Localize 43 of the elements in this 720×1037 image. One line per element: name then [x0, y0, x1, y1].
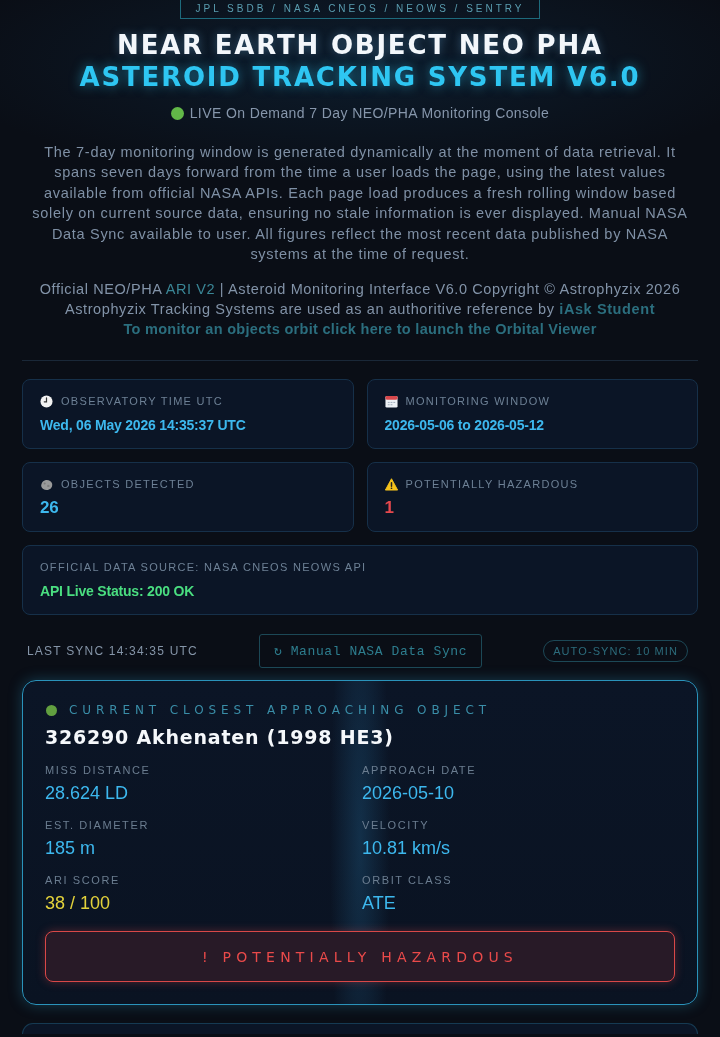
field-value: 28.624 LD: [45, 782, 129, 806]
stat-value: 2026-05-06 to 2026-05-12: [384, 416, 545, 436]
rock-icon: [40, 477, 53, 491]
field-value: 2026-05-10: [362, 782, 455, 806]
field-value: 185 m: [45, 837, 96, 861]
stat-value: 1: [384, 497, 395, 520]
orbital-viewer-link[interactable]: To monitor an objects orbit click here to launch the Orbital Viewer: [123, 319, 597, 340]
field-label: ARI SCORE: [45, 873, 120, 888]
stat-label: OBJECTS DETECTED: [61, 477, 195, 492]
status-dot-icon: [46, 704, 57, 716]
stat-value: Wed, 06 May 2026 14:35:37 UTC: [40, 416, 247, 436]
field-label: EST. DIAMETER: [45, 818, 149, 833]
page-title: NEAR EARTH OBJECT NEO PHA: [117, 29, 603, 61]
field-value: 38 / 100: [45, 892, 111, 916]
calendar-icon: [384, 394, 398, 408]
stat-label: POTENTIALLY HAZARDOUS: [405, 477, 579, 492]
sync-button[interactable]: ↻ Manual NASA Data Sync: [258, 634, 483, 669]
field-value: ATE: [362, 892, 396, 916]
last-sync-time: LAST SYNC 14:34:35 UTC: [27, 644, 198, 659]
inline-link[interactable]: ARI V2: [165, 281, 216, 298]
warning-icon: [384, 477, 398, 491]
field-label: VELOCITY: [362, 818, 430, 833]
data-source-label: OFFICIAL DATA SOURCE: NASA CNEOS NEOWS API: [40, 560, 368, 575]
source-badge: JPL SBDB / NASA CNEOS / NEOWS / SENTRY: [180, 0, 540, 19]
field-label: ORBIT CLASS: [362, 873, 453, 888]
inline-link[interactable]: iAsk Student: [559, 301, 656, 318]
credits-text: Official NEO/PHA ARI V2 | Asteroid Monitoring Interface V6.0 Copyright © Astrophyzix 2026: [39, 280, 681, 300]
stat-label: MONITORING WINDOW: [405, 394, 551, 409]
stat-value: 26: [40, 497, 60, 520]
status-dot-icon: [170, 106, 184, 120]
page-subtitle: ASTEROID TRACKING SYSTEM V6.0: [79, 61, 641, 93]
clock-icon: [40, 394, 53, 408]
field-label: MISS DISTANCE: [45, 763, 151, 778]
field-label: APPROACH DATE: [362, 763, 477, 778]
api-status: API Live Status: 200 OK: [40, 582, 196, 602]
credits-text: Astrophyzix Tracking Systems are used as an authoritive reference by iAsk Student: [64, 300, 656, 320]
stat-label: OBSERVATORY TIME UTC: [61, 394, 224, 409]
hazard-banner: ! POTENTIALLY HAZARDOUS: [45, 931, 675, 983]
description-text: The 7-day monitoring window is generated dynamically at the moment of data retrieval. It spans seven days forward from the time a user loads the page, using the latest values available from official NASA APIs. Each page load produces a fresh rolling window based solely on current source data, ensuring no stale information is ever displayed. Manual NASA Data Sync available to user. All figures reflect the most recent data published by NASA systems at the time of request.: [31, 143, 689, 265]
field-value: 10.81 km/s: [362, 837, 451, 861]
live-console-text: LIVE On Demand 7 Day NEO/PHA Monitoring Console: [189, 104, 550, 123]
section-heading: CURRENT CLOSEST APPROACHING OBJECT: [69, 702, 491, 720]
object-name: 326290 Akhenaten (1998 HE3): [45, 725, 395, 750]
